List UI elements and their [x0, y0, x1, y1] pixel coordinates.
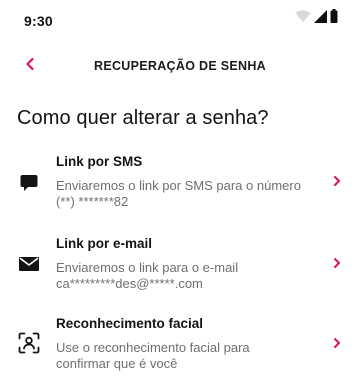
- option-description: Enviaremos o link por SMS para o número …: [56, 178, 301, 209]
- chevron-right-icon: [332, 174, 342, 188]
- option-description: Use o reconhecimento facial para confirm…: [56, 340, 250, 371]
- battery-icon: [330, 9, 338, 28]
- status-bar: 9:30: [0, 0, 360, 40]
- option-title: Reconhecimento facial: [56, 316, 204, 331]
- option-sms-link[interactable]: Link por SMS Enviaremos o link por SMS p…: [0, 150, 360, 216]
- face-scan-icon: [18, 332, 40, 354]
- sms-bubble-icon: [18, 172, 40, 194]
- status-icons: [295, 9, 338, 28]
- wifi-icon: [295, 10, 311, 28]
- signal-icon: [314, 10, 327, 28]
- chevron-right-icon: [332, 336, 342, 350]
- chevron-right-icon: [332, 256, 342, 270]
- app-header: RECUPERAÇÃO DE SENHA: [0, 50, 360, 84]
- envelope-icon: [18, 253, 40, 275]
- option-face-recognition[interactable]: Reconhecimento facial Use o reconhecimen…: [0, 312, 360, 378]
- page-title: RECUPERAÇÃO DE SENHA: [94, 59, 266, 73]
- status-time: 9:30: [24, 13, 53, 29]
- option-email-link[interactable]: Link por e-mail Enviaremos o link para o…: [0, 232, 360, 298]
- section-heading: Como quer alterar a senha?: [17, 107, 269, 129]
- option-description: Enviaremos o link para o e-mail ca******…: [56, 260, 239, 291]
- option-title: Link por SMS: [56, 154, 143, 169]
- option-title: Link por e-mail: [56, 236, 153, 251]
